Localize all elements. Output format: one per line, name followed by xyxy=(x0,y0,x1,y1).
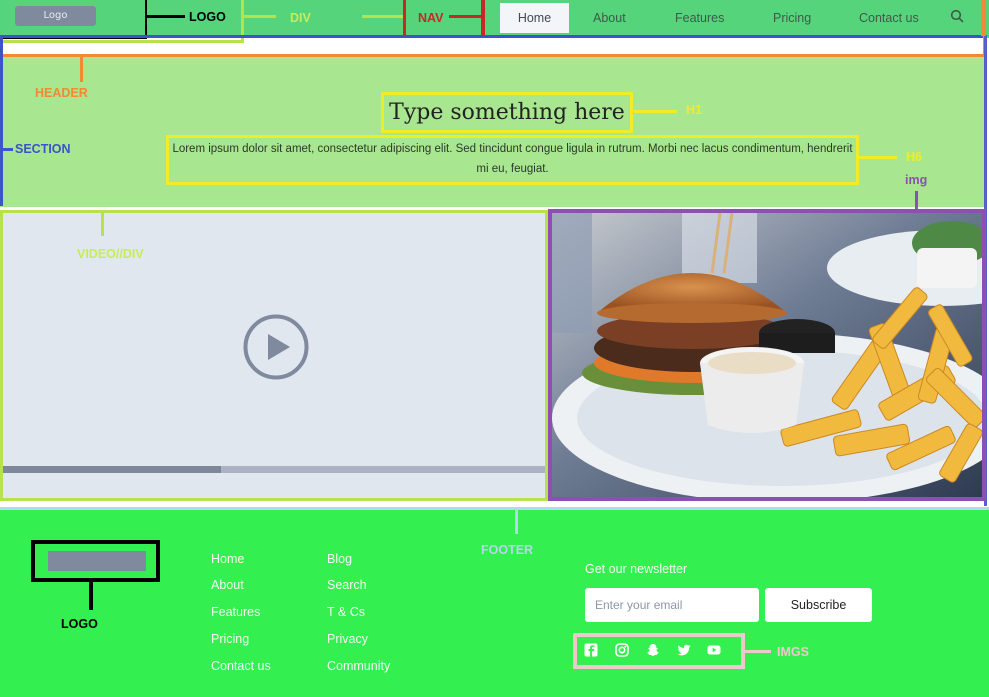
div-pointer xyxy=(244,15,276,18)
label-header: HEADER xyxy=(35,86,88,100)
email-field[interactable]: Enter your email xyxy=(585,588,759,622)
section-outline-left xyxy=(0,36,3,206)
label-h1: H1 xyxy=(686,103,702,117)
facebook-icon[interactable] xyxy=(584,643,598,657)
label-footer: FOOTER xyxy=(481,543,534,557)
label-logo: LOGO xyxy=(189,10,226,24)
label-div: DIV xyxy=(290,11,311,25)
footer-link-search[interactable]: Search xyxy=(327,578,367,592)
label-h6: H6 xyxy=(906,150,922,164)
imgs-pointer xyxy=(745,650,771,653)
footer-logo-pointer xyxy=(89,582,93,610)
logo-pointer xyxy=(147,15,185,18)
footer-link-pricing[interactable]: Pricing xyxy=(211,632,249,646)
div-pointer-right xyxy=(362,15,403,18)
twitter-icon[interactable] xyxy=(677,643,691,657)
newsletter-label: Get our newsletter xyxy=(585,562,688,576)
label-img: img xyxy=(905,173,928,187)
label-imgs: IMGS xyxy=(777,645,809,659)
video-pointer xyxy=(101,213,104,236)
img-pointer xyxy=(915,191,918,209)
food-image xyxy=(548,209,986,501)
subtitle: Lorem ipsum dolor sit amet, consectetur … xyxy=(172,143,853,175)
label-video: VIDEO//DIV xyxy=(77,247,144,261)
h6-pointer xyxy=(859,156,897,159)
subscribe-button[interactable]: Subscribe xyxy=(765,588,872,622)
footer-link-blog[interactable]: Blog xyxy=(327,552,352,566)
video-progress-fill xyxy=(3,466,221,473)
header-outline xyxy=(0,0,986,57)
nav-pointer xyxy=(449,15,483,18)
burger-fries-photo xyxy=(552,213,982,497)
footer-link-features[interactable]: Features xyxy=(211,605,260,619)
footer-link-terms[interactable]: T & Cs xyxy=(327,605,365,619)
label-nav: NAV xyxy=(418,11,444,25)
snapchat-icon[interactable] xyxy=(646,643,660,657)
page-title: Type something here xyxy=(389,100,625,125)
label-footer-logo: LOGO xyxy=(61,617,98,631)
header-pointer xyxy=(80,57,83,82)
footer-pointer xyxy=(515,510,518,534)
label-section: SECTION xyxy=(15,142,71,156)
footer-link-about[interactable]: About xyxy=(211,578,244,592)
footer-logo[interactable] xyxy=(48,551,146,571)
instagram-icon[interactable] xyxy=(615,643,629,657)
footer-link-privacy[interactable]: Privacy xyxy=(327,632,368,646)
h1-pointer xyxy=(633,110,677,113)
footer-link-home[interactable]: Home xyxy=(211,552,244,566)
nav-outline-left xyxy=(481,0,485,36)
youtube-icon[interactable] xyxy=(707,643,721,657)
footer-link-community[interactable]: Community xyxy=(327,659,390,673)
footer-link-contact[interactable]: Contact us xyxy=(211,659,271,673)
play-icon[interactable] xyxy=(243,314,309,380)
